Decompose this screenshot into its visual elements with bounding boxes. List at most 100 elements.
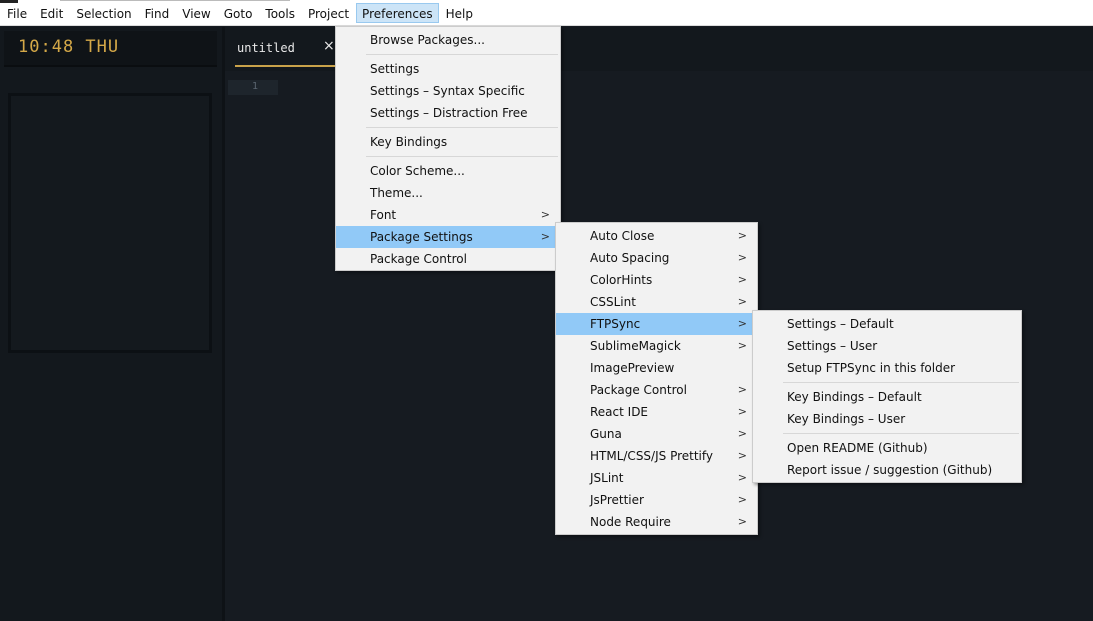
menu-item-ftp-open-readme[interactable]: Open README (Github) [753, 437, 1021, 459]
menu-item-colorhints[interactable]: ColorHints > [556, 269, 757, 291]
menu-item-label: FTPSync [590, 317, 641, 331]
menu-item-label: JsPrettier [590, 493, 644, 507]
chevron-right-icon: > [737, 295, 747, 308]
menu-item-jsprettier[interactable]: JsPrettier > [556, 489, 757, 511]
menu-item-imagepreview[interactable]: ImagePreview [556, 357, 757, 379]
menu-item-label: Settings – Syntax Specific [370, 84, 525, 98]
menu-item-ftpsync[interactable]: FTPSync > [556, 313, 757, 335]
ftpsync-menu: Settings – Default Settings – User Setup… [752, 310, 1022, 483]
menu-item-settings[interactable]: Settings [336, 58, 560, 80]
chevron-right-icon: > [737, 427, 747, 440]
menu-item-label: JSLint [590, 471, 624, 485]
clock-widget: 10:48 THU [4, 31, 217, 67]
preferences-menu: Browse Packages... Settings Settings – S… [335, 26, 561, 271]
menu-item-settings-distraction-free[interactable]: Settings – Distraction Free [336, 102, 560, 124]
menu-item-label: Auto Close [590, 229, 655, 243]
chevron-right-icon: > [737, 493, 747, 506]
menu-item-react-ide[interactable]: React IDE > [556, 401, 757, 423]
menu-item-label: Settings – Default [787, 317, 894, 331]
menu-item-key-bindings[interactable]: Key Bindings [336, 131, 560, 153]
gutter-line: 1 [228, 80, 278, 95]
menu-item-font[interactable]: Font > [336, 204, 560, 226]
chevron-right-icon: > [737, 383, 747, 396]
menu-preferences[interactable]: Preferences [356, 2, 439, 23]
menu-item-label: CSSLint [590, 295, 636, 309]
clock-text: 10:48 THU [18, 37, 120, 57]
menu-project[interactable]: Project [302, 3, 355, 23]
menu-item-browse-packages[interactable]: Browse Packages... [336, 29, 560, 51]
menu-item-label: Settings [370, 62, 420, 76]
menu-item-label: Theme... [370, 186, 423, 200]
tab-untitled[interactable]: untitled × [235, 37, 345, 67]
menu-item-guna[interactable]: Guna > [556, 423, 757, 445]
menu-separator [783, 433, 1019, 434]
package-settings-menu: Auto Close > Auto Spacing > ColorHints > CS… [555, 222, 758, 535]
menu-item-package-control[interactable]: Package Control [336, 248, 560, 270]
menu-selection[interactable]: Selection [70, 3, 137, 23]
chevron-right-icon: > [737, 317, 747, 330]
menu-item-ftp-settings-default[interactable]: Settings – Default [753, 313, 1021, 335]
menu-item-label: Settings – User [787, 339, 878, 353]
menu-item-label: Browse Packages... [370, 33, 485, 47]
menu-goto[interactable]: Goto [218, 3, 259, 23]
menu-item-label: Font [370, 208, 397, 222]
menu-item-auto-close[interactable]: Auto Close > [556, 225, 757, 247]
menu-item-package-settings[interactable]: Package Settings > [336, 226, 560, 248]
menu-item-label: Open README (Github) [787, 441, 928, 455]
menu-item-sublimemagick[interactable]: SublimeMagick > [556, 335, 757, 357]
menu-item-label: Key Bindings – Default [787, 390, 922, 404]
menu-item-label: Guna [590, 427, 622, 441]
chevron-right-icon: > [737, 515, 747, 528]
chevron-right-icon: > [737, 405, 747, 418]
menu-bar: File Edit Selection Find View Goto Tools… [0, 0, 1093, 26]
close-icon[interactable]: × [323, 38, 335, 54]
chevron-right-icon: > [540, 230, 550, 243]
menu-item-label: Key Bindings [370, 135, 448, 149]
menu-find[interactable]: Find [139, 3, 176, 23]
chevron-right-icon: > [737, 251, 747, 264]
sidebar-panel[interactable] [8, 93, 212, 353]
chevron-right-icon: > [540, 208, 550, 221]
sidebar: 10:48 THU [0, 27, 225, 621]
menu-item-label: Setup FTPSync in this folder [787, 361, 956, 375]
chevron-right-icon: > [737, 449, 747, 462]
menu-item-label: Report issue / suggestion (Github) [787, 463, 993, 477]
menu-item-html-css-js-prettify[interactable]: HTML/CSS/JS Prettify > [556, 445, 757, 467]
menu-item-label: ColorHints [590, 273, 653, 287]
menu-help[interactable]: Help [440, 3, 479, 23]
menu-separator [366, 54, 558, 55]
menu-item-ftp-report-issue[interactable]: Report issue / suggestion (Github) [753, 459, 1021, 481]
menu-item-label: Auto Spacing [590, 251, 670, 265]
menu-edit[interactable]: Edit [34, 3, 69, 23]
menu-item-ftp-setup[interactable]: Setup FTPSync in this folder [753, 357, 1021, 379]
menu-item-label: Package Control [590, 383, 687, 397]
menu-item-ftp-settings-user[interactable]: Settings – User [753, 335, 1021, 357]
line-number: 1 [251, 81, 258, 92]
menu-item-ftp-key-bindings-user[interactable]: Key Bindings – User [753, 408, 1021, 430]
menu-item-label: Color Scheme... [370, 164, 465, 178]
menu-item-theme[interactable]: Theme... [336, 182, 560, 204]
menu-item-color-scheme[interactable]: Color Scheme... [336, 160, 560, 182]
menu-item-node-require[interactable]: Node Require > [556, 511, 757, 533]
menu-item-package-control[interactable]: Package Control > [556, 379, 757, 401]
menu-item-label: HTML/CSS/JS Prettify [590, 449, 713, 463]
menu-view[interactable]: View [176, 3, 216, 23]
menu-item-auto-spacing[interactable]: Auto Spacing > [556, 247, 757, 269]
menu-item-label: Package Control [370, 252, 467, 266]
chevron-right-icon: > [737, 229, 747, 242]
menu-item-label: SublimeMagick [590, 339, 681, 353]
menu-item-label: Package Settings [370, 230, 473, 244]
title-strip [0, 0, 300, 3]
menu-tools[interactable]: Tools [259, 3, 301, 23]
menu-item-settings-syntax[interactable]: Settings – Syntax Specific [336, 80, 560, 102]
menu-separator [366, 127, 558, 128]
menu-item-jslint[interactable]: JSLint > [556, 467, 757, 489]
menu-separator [783, 382, 1019, 383]
menu-item-label: Settings – Distraction Free [370, 106, 528, 120]
menu-separator [366, 156, 558, 157]
menu-item-csslint[interactable]: CSSLint > [556, 291, 757, 313]
menu-item-ftp-key-bindings-default[interactable]: Key Bindings – Default [753, 386, 1021, 408]
menu-file[interactable]: File [1, 3, 33, 23]
tab-title: untitled [237, 41, 295, 55]
menu-item-label: React IDE [590, 405, 649, 419]
